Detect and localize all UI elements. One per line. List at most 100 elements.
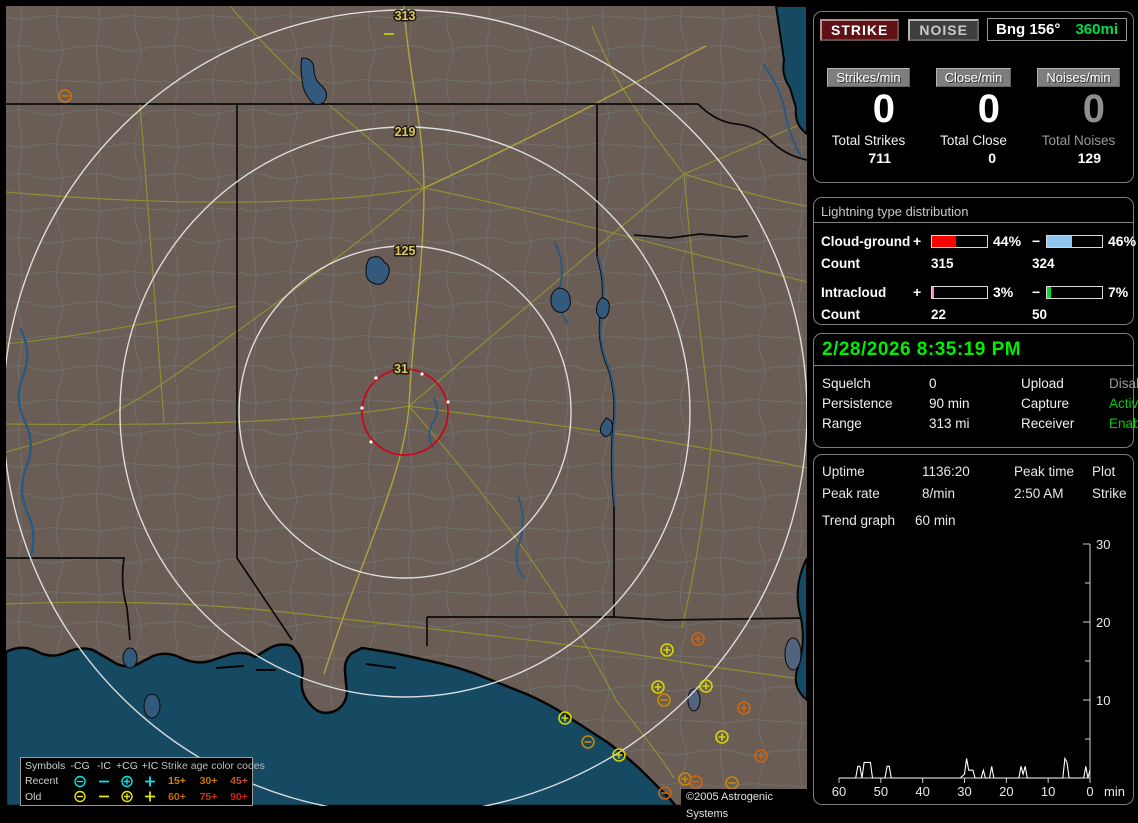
- capture-label: Capture: [1021, 396, 1070, 411]
- svg-text:10: 10: [1041, 784, 1055, 799]
- range-value: 313 mi: [929, 416, 970, 431]
- lightning-map[interactable]: 313 219 125 31: [6, 6, 807, 806]
- noise-button[interactable]: NOISE: [908, 18, 979, 41]
- cg-positive-count: 315: [931, 256, 954, 271]
- map-legend: Symbols -CG -IC +CG +IC Strike age color…: [20, 757, 265, 806]
- legend-row-old-label: Old: [25, 790, 42, 803]
- legend-age-title: Strike age color codes: [161, 759, 265, 772]
- uptime-label: Uptime: [822, 464, 865, 479]
- persistence-value: 90 min: [929, 396, 970, 411]
- svg-text:20: 20: [1096, 615, 1110, 630]
- squelch-label: Squelch: [822, 376, 871, 391]
- pos-cg-old-icon: [115, 790, 139, 803]
- capture-status: Active: [1109, 396, 1138, 411]
- trend-panel: Uptime 1136:20 Peak time Plot Peak rate …: [813, 454, 1134, 805]
- trend-graph-label: Trend graph: [822, 513, 896, 528]
- noises-counter: Noises/min 0 Total Noises 129: [1026, 68, 1131, 166]
- ic-negative-bar: [1046, 285, 1103, 299]
- legend-col-pos-cg: +CG: [116, 759, 138, 772]
- strikes-per-min-value: 0: [872, 87, 895, 131]
- trend-window-value: 60 min: [915, 513, 956, 528]
- distribution-panel: Lightning type distribution Cloud-ground…: [813, 197, 1137, 325]
- total-close-label: Total Close: [940, 132, 1007, 148]
- upload-label: Upload: [1021, 376, 1064, 391]
- neg-cg-old-icon: [67, 790, 93, 803]
- svg-text:0: 0: [1086, 784, 1093, 799]
- trend-graph: 60 50 40 30 20 10 0 min 10 20 30: [832, 537, 1125, 799]
- cg-negative-pct: 46%: [1108, 233, 1137, 249]
- intracloud-count-row: Count 22 50: [814, 307, 1133, 322]
- range-label: Range: [822, 416, 862, 431]
- neg-cg-recent-icon: [67, 775, 93, 788]
- ring-label-125: 125: [395, 244, 416, 258]
- minus-sign: −: [1032, 284, 1041, 300]
- age-90: 90+: [230, 790, 248, 803]
- ring-label-31: 31: [394, 362, 408, 376]
- legend-row-recent-label: Recent: [25, 775, 59, 788]
- cg-negative-count: 324: [1032, 256, 1055, 271]
- close-counter: Close/min 0 Total Close 0: [921, 68, 1026, 166]
- peak-rate-label: Peak rate: [822, 486, 880, 501]
- receiver-label: Receiver: [1021, 416, 1075, 431]
- svg-text:10: 10: [1096, 693, 1110, 708]
- cg-negative-bar: [1046, 234, 1103, 248]
- squelch-value: 0: [929, 376, 937, 391]
- copyright-text: ©2005 Astrogenic Systems: [681, 789, 808, 820]
- peak-time-label: Peak time: [1014, 464, 1075, 479]
- datetime-display: 2/28/2026 8:35:19 PM: [814, 334, 1133, 366]
- cg-positive-bar-fill: [932, 235, 957, 247]
- persistence-label: Persistence: [822, 396, 893, 411]
- svg-text:40: 40: [915, 784, 929, 799]
- ring-label-219: 219: [395, 125, 416, 139]
- peak-rate-value: 8/min: [922, 486, 956, 501]
- uptime-value: 1136:20: [922, 464, 970, 479]
- pos-ic-recent-icon: [139, 775, 161, 788]
- ic-positive-bar-fill: [932, 286, 934, 298]
- noises-per-min-value: 0: [1082, 87, 1105, 131]
- age-15: 15+: [168, 775, 186, 788]
- age-30: 30+: [199, 775, 218, 788]
- cloud-ground-label: Cloud-ground: [821, 233, 911, 249]
- peak-time-value: 2:50 AM: [1014, 486, 1064, 501]
- ring-label-313: 313: [395, 9, 416, 23]
- pos-cg-recent-icon: [115, 775, 139, 788]
- intracloud-row: Intracloud + 3% − 7%: [814, 284, 1133, 300]
- minus-sign: −: [1032, 233, 1041, 249]
- status-panel: 2/28/2026 8:35:19 PM Squelch 0 Upload Di…: [813, 333, 1138, 448]
- neg-ic-recent-icon: [93, 775, 115, 788]
- total-close-value: 0: [988, 149, 996, 166]
- strike-button[interactable]: STRIKE: [820, 18, 900, 41]
- age-75: 75+: [199, 790, 218, 803]
- svg-text:50: 50: [874, 784, 888, 799]
- strikes-per-min-button[interactable]: Strikes/min: [827, 68, 910, 87]
- ic-negative-bar-fill: [1047, 286, 1051, 298]
- svg-text:min: min: [1104, 784, 1125, 799]
- legend-symbols-header: Symbols: [25, 759, 66, 772]
- total-noises-label: Total Noises: [1041, 132, 1116, 148]
- cg-positive-pct: 44%: [993, 233, 1022, 249]
- close-per-min-value: 0: [977, 87, 1000, 131]
- plus-sign: +: [913, 284, 922, 300]
- ic-negative-pct: 7%: [1108, 284, 1129, 300]
- upload-status: Disabled: [1109, 376, 1138, 391]
- total-strikes-value: 711: [868, 149, 891, 166]
- strikes-counter: Strikes/min 0 Total Strikes 711: [816, 68, 921, 166]
- cloud-ground-row: Cloud-ground + 44% − 46%: [814, 233, 1137, 249]
- plus-sign: +: [913, 233, 922, 249]
- age-45: 45+: [230, 775, 248, 788]
- total-noises-value: 129: [1077, 149, 1101, 166]
- close-per-min-button[interactable]: Close/min: [935, 68, 1012, 87]
- ic-positive-bar: [931, 285, 988, 299]
- svg-text:20: 20: [999, 784, 1013, 799]
- legend-col-neg-ic: -IC: [97, 759, 111, 772]
- bearing-value: Bng 156°: [996, 21, 1061, 38]
- svg-text:30: 30: [957, 784, 971, 799]
- receiver-status: Enabled: [1109, 416, 1138, 431]
- noises-per-min-button[interactable]: Noises/min: [1037, 68, 1120, 87]
- age-60: 60+: [168, 790, 186, 803]
- counts-panel: STRIKE NOISE Bng 156° 360mi Strikes/min …: [813, 11, 1134, 183]
- svg-text:60: 60: [832, 784, 846, 799]
- plot-value: Strike: [1092, 486, 1127, 501]
- neg-ic-old-icon: [93, 790, 115, 803]
- range-value: 360mi: [1075, 21, 1118, 38]
